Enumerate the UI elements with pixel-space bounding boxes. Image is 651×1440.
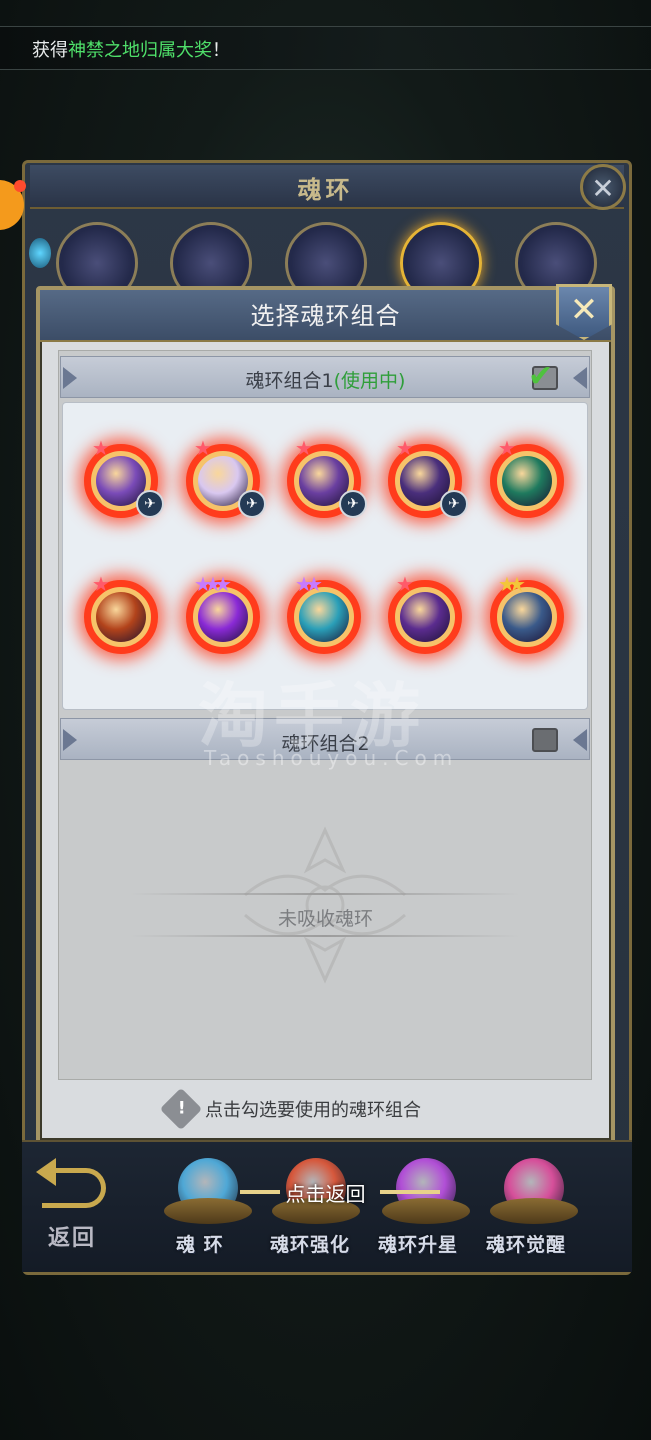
back-button[interactable]: 返回: [48, 1220, 96, 1252]
star-icon: ★: [92, 436, 110, 460]
ring-core: [502, 456, 552, 506]
star-icon: ★: [305, 572, 323, 596]
star-icon: ★: [194, 436, 212, 460]
star-icon: ★: [498, 436, 516, 460]
watermark-subtext: Taoshouyou.Com: [204, 746, 459, 770]
ring-core: [198, 592, 248, 642]
star-icon: ★: [396, 572, 414, 596]
tap-to-return-prompt[interactable]: 点击返回: [0, 1178, 651, 1207]
star-icon: ★: [508, 572, 526, 596]
notice-text: 获得神禁之地归属大奖！: [32, 40, 230, 61]
tab-label-enhance: 魂环强化: [270, 1234, 351, 1256]
combo-1-status: (使用中): [333, 370, 406, 392]
empty-divider-top: [130, 893, 520, 895]
checkmark-icon: ✔: [528, 359, 554, 394]
tab-label-awaken: 魂环觉醒: [486, 1234, 567, 1256]
hint-text: 点击勾选要使用的魂环组合: [205, 1100, 421, 1121]
empty-divider-bottom: [130, 935, 520, 937]
soul-ring-window-title: 魂环: [297, 176, 354, 204]
soul-ring-window-close-button[interactable]: ✕: [580, 164, 626, 210]
tab-label-soul-ring: 魂 环: [176, 1234, 224, 1256]
notification-dot-icon: [14, 180, 26, 192]
empty-state-text: 未吸收魂环: [277, 908, 373, 930]
notice-highlight: 神禁之地归属大奖: [68, 40, 212, 61]
star-icon: ★: [92, 572, 110, 596]
gem-icon: [29, 238, 51, 268]
star-icon: ★: [295, 436, 313, 460]
ring-core: [96, 592, 146, 642]
notice-banner: 获得神禁之地归属大奖！: [0, 26, 651, 70]
combo-2-checkbox[interactable]: [532, 728, 558, 752]
tab-label-star-up: 魂环升星: [378, 1234, 459, 1256]
bird-badge-icon: ✈: [440, 490, 468, 518]
star-icon: ★: [396, 436, 414, 460]
dialog-title: 选择魂环组合: [250, 302, 401, 330]
star-icon: ★: [214, 572, 232, 596]
bird-badge-icon: ✈: [238, 490, 266, 518]
bird-badge-icon: ✈: [136, 490, 164, 518]
ring-core: [502, 592, 552, 642]
bird-badge-icon: ✈: [339, 490, 367, 518]
ring-core: [400, 592, 450, 642]
ring-core: [299, 592, 349, 642]
